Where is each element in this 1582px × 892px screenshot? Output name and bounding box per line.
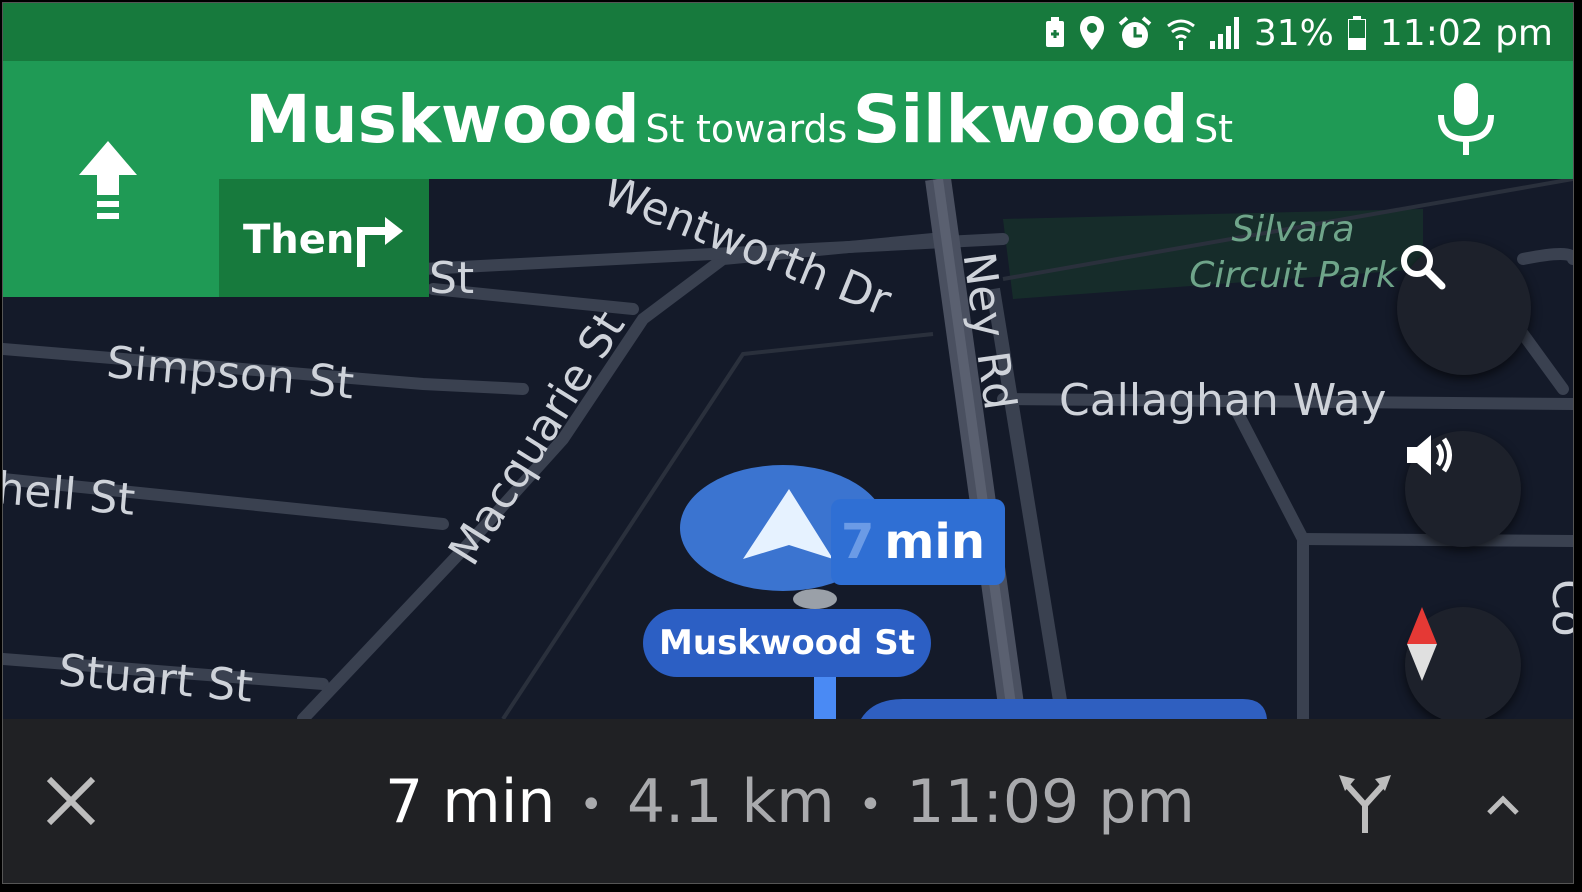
chevron-up-icon xyxy=(1487,795,1519,815)
current-street-suffix: St xyxy=(645,107,685,151)
volume-icon xyxy=(1407,435,1452,475)
compass-button[interactable] xyxy=(1405,607,1521,723)
trip-summary-bar[interactable]: 7 min • 4.1 km • 11:09 pm xyxy=(3,719,1573,883)
maneuver-panel[interactable] xyxy=(3,61,219,297)
instruction-text: Muskwood St towards Silkwood St xyxy=(245,81,1233,158)
current-street-name: Muskwood xyxy=(245,81,640,158)
then-maneuver[interactable]: Then xyxy=(219,179,429,297)
towards-word: towards xyxy=(695,107,848,151)
alarm-icon xyxy=(1118,16,1152,50)
then-label: Then xyxy=(243,217,355,263)
turn-right-icon xyxy=(355,215,403,271)
expand-button[interactable] xyxy=(1483,789,1523,819)
sound-button[interactable] xyxy=(1405,431,1521,547)
search-button[interactable] xyxy=(1397,241,1531,375)
park-label-line1: Silvara xyxy=(1231,209,1355,250)
microphone-icon xyxy=(1438,83,1494,155)
eta-bubble-number: 7 xyxy=(840,514,875,570)
trip-info: 7 min • 4.1 km • 11:09 pm xyxy=(385,767,1195,837)
eta-bubble-unit: min xyxy=(884,514,985,570)
navigation-screen: 31% 11:02 pm Wentworth Dr Simpson St hel… xyxy=(2,2,1574,884)
battery-percent: 31% xyxy=(1253,12,1334,54)
signal-icon xyxy=(1209,17,1240,49)
location-pin-icon xyxy=(1079,16,1104,50)
close-navigation-button[interactable] xyxy=(45,775,97,827)
status-bar: 31% 11:02 pm xyxy=(3,3,1573,61)
compass-icon xyxy=(1407,607,1437,681)
search-icon xyxy=(1401,245,1446,290)
separator-dot: • xyxy=(858,782,883,829)
arrival-time: 11:09 pm xyxy=(906,767,1195,837)
battery-icon xyxy=(1347,16,1366,50)
park-label: Silvara Circuit Park xyxy=(1173,207,1413,299)
separator-dot: • xyxy=(579,782,603,829)
voice-search-button[interactable] xyxy=(1437,83,1495,155)
status-time: 11:02 pm xyxy=(1379,12,1553,54)
road-label-partial-right: Co xyxy=(1542,579,1574,637)
road-label-partial-st: St xyxy=(429,253,475,304)
close-icon xyxy=(46,776,96,826)
eta-bubble: 7 min xyxy=(831,499,1005,585)
road-label-callaghan: Callaghan Way xyxy=(1059,375,1387,426)
trip-duration: 7 min xyxy=(385,767,556,837)
wifi-icon xyxy=(1166,16,1196,50)
straight-arrow-icon xyxy=(79,141,137,225)
current-street-chip: Muskwood St xyxy=(643,609,931,677)
towards-street-name: Silkwood xyxy=(852,81,1189,158)
status-icons: 31% 11:02 pm xyxy=(1044,11,1553,55)
battery-saver-icon xyxy=(1044,17,1066,49)
towards-street-suffix: St xyxy=(1194,107,1234,151)
navigation-header[interactable]: Muskwood St towards Silkwood St xyxy=(3,61,1573,179)
park-label-line2: Circuit Park xyxy=(1189,255,1397,296)
alternate-routes-button[interactable] xyxy=(1339,775,1391,833)
alternate-routes-icon xyxy=(1339,775,1391,833)
trip-distance: 4.1 km xyxy=(626,767,835,837)
